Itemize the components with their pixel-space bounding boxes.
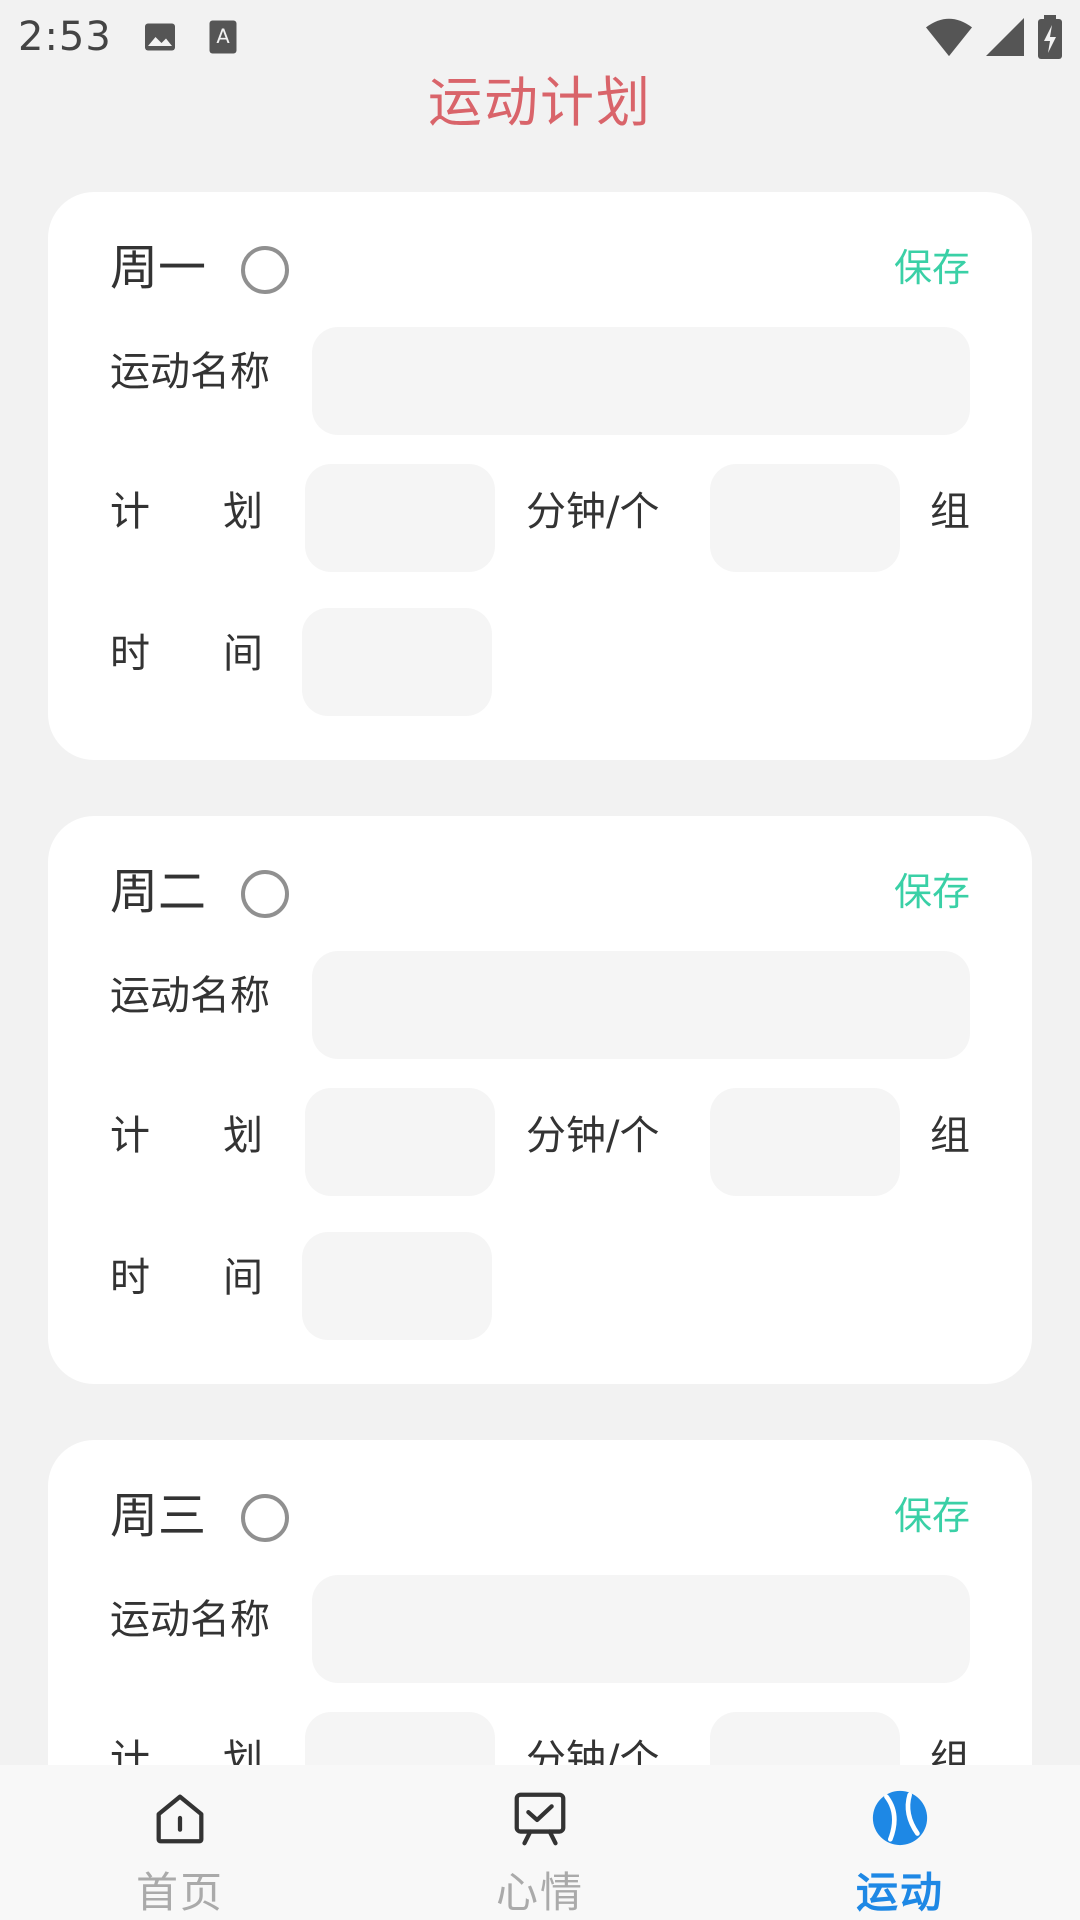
time-input[interactable] [302,608,492,716]
page-title: 运动计划 [428,71,652,134]
time-label-a: 时 [110,631,150,677]
signal-icon [986,18,1024,56]
keyboard-a-icon: A [209,20,237,54]
nav-label: 首页 [135,1868,224,1917]
plan-label-a: 计 [110,489,150,535]
save-button[interactable]: 保存 [894,238,970,298]
wifi-icon [926,18,972,57]
unit-per-label: 分钟/个 [526,1737,660,1765]
plan-amount-input[interactable] [305,464,495,572]
plan-groups-input[interactable] [710,1088,900,1196]
unit-group-label: 组 [930,1737,970,1765]
nav-label: 运动 [855,1868,944,1917]
plan-label-b: 划 [223,1113,263,1159]
image-icon [144,23,175,51]
day-label: 周三 [110,1488,207,1544]
time-label-b: 间 [223,631,263,677]
nav-item-home[interactable]: 首页 [0,1765,360,1920]
nav-item-mood[interactable]: 心情 [360,1765,720,1920]
day-check-radio[interactable] [241,1494,289,1542]
plan-amount-input[interactable] [305,1712,495,1765]
unit-group-label: 组 [930,1113,970,1159]
plan-label-b: 划 [223,1737,263,1765]
plan-amount-input[interactable] [305,1088,495,1196]
scroll-area[interactable]: 2:53 A 运动计划 周一 保存 运动名称 计 划 分钟/个 组 时 间 周二… [0,0,1080,1765]
exercise-name-input[interactable] [312,951,970,1059]
plan-groups-input[interactable] [710,464,900,572]
mood-board-icon [514,1792,566,1846]
exercise-name-label: 运动名称 [110,1597,270,1643]
bottom-nav: 首页 心情 运动 [0,1765,1080,1920]
sport-ball-icon [872,1790,928,1846]
plan-label-a: 计 [110,1737,150,1765]
battery-charging-icon [1038,15,1062,59]
exercise-name-label: 运动名称 [110,349,270,395]
unit-group-label: 组 [930,489,970,535]
day-label: 周一 [110,240,207,296]
save-button[interactable]: 保存 [894,1486,970,1546]
nav-item-sport[interactable]: 运动 [720,1765,1080,1920]
plan-label-a: 计 [110,1113,150,1159]
exercise-name-label: 运动名称 [110,973,270,1019]
exercise-name-input[interactable] [312,327,970,435]
day-card-monday: 周一 保存 运动名称 计 划 分钟/个 组 时 间 [48,192,1032,760]
nav-label: 心情 [495,1868,584,1917]
day-check-radio[interactable] [241,246,289,294]
time-input[interactable] [302,1232,492,1340]
day-card-tuesday: 周二 保存 运动名称 计 划 分钟/个 组 时 间 [48,816,1032,1384]
time-label-b: 间 [223,1255,263,1301]
plan-groups-input[interactable] [710,1712,900,1765]
day-check-radio[interactable] [241,870,289,918]
status-time: 2:53 [18,14,112,60]
unit-per-label: 分钟/个 [526,489,660,535]
svg-text:A: A [216,25,230,48]
unit-per-label: 分钟/个 [526,1113,660,1159]
exercise-name-input[interactable] [312,1575,970,1683]
plan-label-b: 划 [223,489,263,535]
home-icon [156,1794,204,1844]
day-label: 周二 [110,864,207,920]
time-label-a: 时 [110,1255,150,1301]
day-card-wednesday: 周三 保存 运动名称 计 划 分钟/个 组 [48,1440,1032,1765]
save-button[interactable]: 保存 [894,862,970,922]
